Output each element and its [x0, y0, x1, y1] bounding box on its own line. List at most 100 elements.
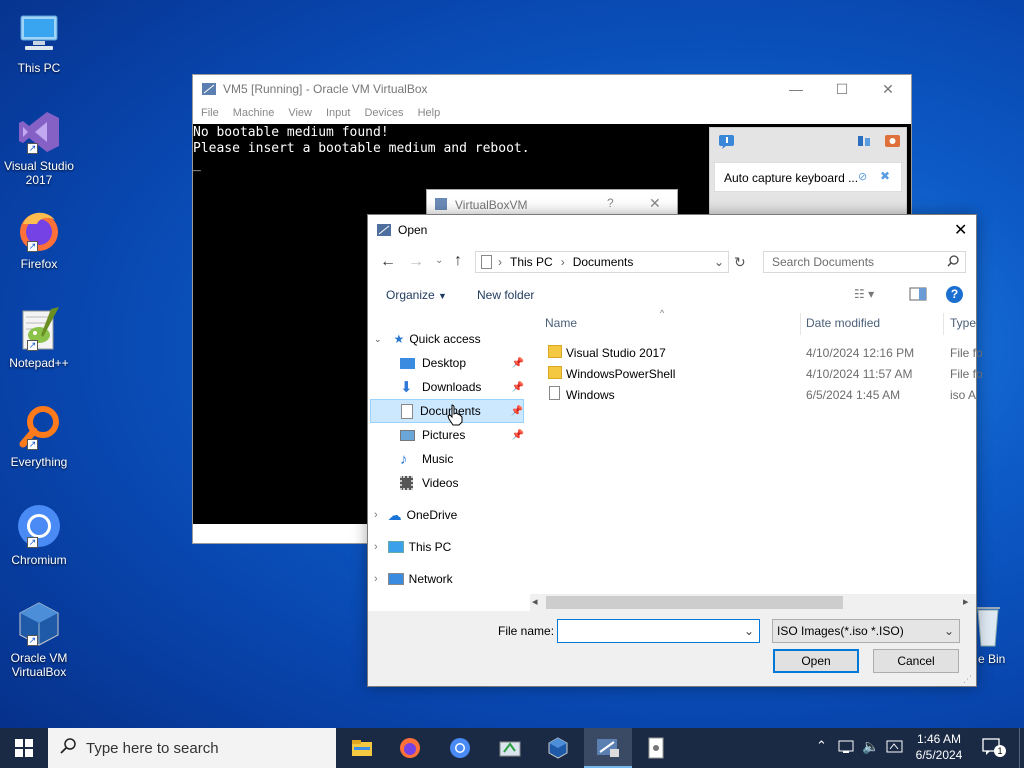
scrollbar-thumb[interactable]: [546, 596, 843, 609]
close-notification-icon[interactable]: [884, 134, 902, 150]
help-icon[interactable]: ?: [946, 286, 963, 303]
network-status-icon[interactable]: [838, 739, 856, 758]
nav-onedrive[interactable]: › ☁ OneDrive: [374, 503, 457, 527]
view-options-icon[interactable]: ☷ ▾: [854, 287, 874, 301]
preview-pane-icon[interactable]: [909, 287, 927, 304]
filetype-select[interactable]: ISO Images(*.iso *.ISO) ⌄: [772, 619, 960, 643]
filename-dropdown-icon[interactable]: ⌄: [744, 624, 754, 638]
column-divider[interactable]: [800, 313, 801, 335]
file-row[interactable]: WindowsPowerShell 4/10/2024 11:57 AM Fil…: [546, 364, 983, 384]
start-button[interactable]: [0, 728, 48, 768]
column-divider[interactable]: [943, 313, 944, 335]
organize-button[interactable]: Organize ▼: [386, 288, 447, 302]
menu-machine[interactable]: Machine: [233, 107, 275, 119]
file-name: Visual Studio 2017: [566, 346, 666, 360]
documents-icon: [401, 403, 413, 419]
pin-icon[interactable]: 📌: [512, 358, 524, 369]
dialog-titlebar[interactable]: Open: [368, 215, 976, 245]
notice-close-icon[interactable]: ✖: [880, 169, 890, 183]
breadcrumb-documents[interactable]: Documents: [573, 255, 634, 269]
nav-music[interactable]: ♪ Music: [400, 447, 453, 471]
expand-chevron-icon[interactable]: ›: [374, 509, 378, 521]
address-dropdown-icon[interactable]: ⌄: [714, 255, 724, 269]
desktop-icon-visual-studio[interactable]: ↗ Visual Studio 2017: [0, 108, 78, 187]
filename-field[interactable]: ⌄: [557, 619, 760, 643]
vbox-titlebar[interactable]: VM5 [Running] - Oracle VM VirtualBox — ☐…: [193, 75, 911, 103]
maximize-button[interactable]: ☐: [819, 75, 865, 103]
organize-label: Organize: [386, 288, 435, 302]
cancel-button[interactable]: Cancel: [873, 649, 959, 673]
taskbar-app[interactable]: [486, 728, 534, 768]
refresh-button[interactable]: ↻: [734, 254, 746, 271]
desktop-icon-firefox[interactable]: ↗ Firefox: [0, 206, 78, 271]
menu-file[interactable]: File: [201, 107, 219, 119]
search-box[interactable]: Search Documents: [763, 251, 966, 273]
menu-devices[interactable]: Devices: [364, 107, 403, 119]
clock-date: 6/5/2024: [915, 748, 963, 762]
action-center-button[interactable]: 1: [982, 737, 1006, 757]
up-button[interactable]: ↑: [454, 252, 462, 270]
file-row[interactable]: Windows 6/5/2024 1:45 AM iso A: [546, 385, 976, 405]
new-folder-button[interactable]: New folder: [477, 288, 534, 302]
nav-downloads[interactable]: ⬇ Downloads 📌: [400, 375, 524, 399]
nav-videos[interactable]: Videos: [400, 471, 458, 495]
column-name[interactable]: Name: [545, 316, 577, 330]
minimize-button[interactable]: —: [773, 75, 819, 103]
volume-muted-icon[interactable]: 🔈: [862, 738, 879, 755]
ime-keyboard-icon[interactable]: [886, 739, 904, 758]
nav-this-pc[interactable]: › This PC: [374, 535, 451, 559]
nav-pictures[interactable]: Pictures 📌: [400, 423, 524, 447]
open-file-dialog[interactable]: Open ✕ ← → ⌄ ↑ › This PC › Documents ⌄ ↻…: [367, 214, 983, 687]
help-button[interactable]: ?: [607, 196, 614, 210]
taskbar-virtualbox[interactable]: [534, 728, 582, 768]
expand-chevron-icon[interactable]: ⌄: [374, 334, 382, 345]
scroll-right-arrow-icon[interactable]: ▸: [963, 595, 969, 608]
forward-button[interactable]: →: [408, 253, 424, 271]
search-input[interactable]: Search Documents: [772, 255, 874, 269]
mouse-integration-icon[interactable]: [856, 134, 872, 150]
taskbar-search-input[interactable]: Type here to search: [86, 740, 219, 757]
nav-quick-access[interactable]: ⌄ ★ Quick access: [374, 327, 481, 351]
resize-grip-icon[interactable]: ⋰: [963, 674, 972, 685]
show-hidden-icons-chevron-icon[interactable]: ⌃: [816, 738, 827, 754]
column-date-modified[interactable]: Date modified: [806, 316, 880, 330]
desktop-icon-everything[interactable]: ↗ Everything: [0, 404, 78, 469]
address-bar[interactable]: › This PC › Documents ⌄: [475, 251, 729, 273]
expand-chevron-icon[interactable]: ›: [374, 541, 378, 553]
back-button[interactable]: ←: [380, 253, 396, 271]
nav-desktop[interactable]: Desktop 📌: [400, 351, 524, 375]
taskbar-search-box[interactable]: Type here to search: [48, 728, 336, 768]
close-button[interactable]: ✕: [649, 195, 661, 212]
nav-network[interactable]: › Network: [374, 567, 453, 591]
show-desktop-button[interactable]: [1019, 728, 1024, 768]
dialog-close-button[interactable]: ✕: [954, 220, 967, 240]
recent-locations-button[interactable]: ⌄: [435, 255, 443, 266]
file-row[interactable]: Visual Studio 2017 4/10/2024 12:16 PM Fi…: [546, 343, 983, 363]
desktop-icon-notepadpp[interactable]: ↗ Notepad++: [0, 305, 78, 370]
scroll-left-arrow-icon[interactable]: ◂: [532, 595, 538, 608]
desktop-icon-this-pc[interactable]: This PC: [0, 10, 78, 75]
column-type[interactable]: Type: [950, 316, 976, 330]
desktop-icon-virtualbox[interactable]: ↗ Oracle VM VirtualBox: [0, 600, 78, 679]
horizontal-scrollbar[interactable]: ◂ ▸: [530, 594, 976, 611]
taskbar-dialog[interactable]: [632, 728, 680, 768]
taskbar-firefox[interactable]: [386, 728, 434, 768]
close-button[interactable]: ✕: [865, 75, 911, 103]
taskbar-chromium[interactable]: [436, 728, 484, 768]
pin-icon[interactable]: 📌: [511, 406, 523, 417]
taskbar-vm-running[interactable]: [584, 728, 632, 768]
pin-icon[interactable]: 📌: [512, 430, 524, 441]
open-button[interactable]: Open: [773, 649, 859, 673]
taskbar-file-explorer[interactable]: [338, 728, 386, 768]
menu-help[interactable]: Help: [418, 107, 441, 119]
menu-input[interactable]: Input: [326, 107, 350, 119]
menu-view[interactable]: View: [288, 107, 312, 119]
vm-window-icon: [597, 739, 619, 757]
pin-icon[interactable]: 📌: [512, 382, 524, 393]
expand-chevron-icon[interactable]: ›: [374, 573, 378, 585]
desktop-icon-chromium[interactable]: ↗ Chromium: [0, 502, 78, 567]
clock[interactable]: 1:46 AM 6/5/2024: [906, 731, 972, 763]
breadcrumb-this-pc[interactable]: This PC: [510, 255, 553, 269]
notice-mute-icon[interactable]: ⊘: [858, 170, 867, 183]
download-arrow-icon: ⬇: [400, 379, 413, 396]
